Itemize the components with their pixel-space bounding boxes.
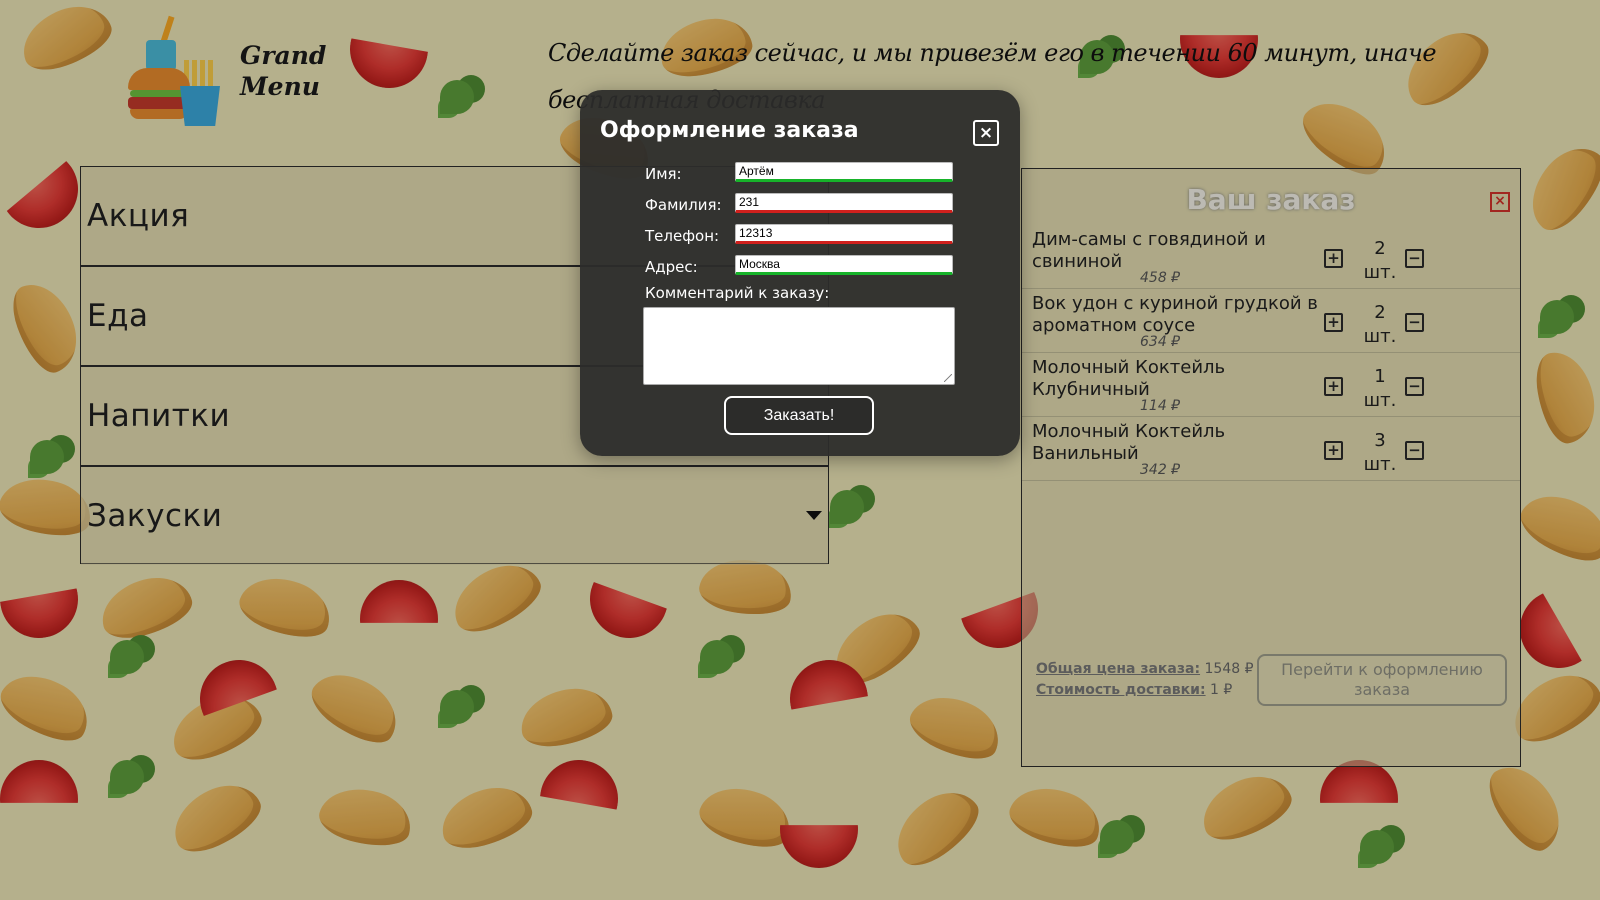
modal-title: Оформление заказа: [600, 118, 859, 143]
address-field[interactable]: Москва: [735, 255, 953, 275]
name-label: Имя:: [645, 165, 682, 183]
surname-field[interactable]: 231: [735, 193, 953, 213]
checkout-modal: Оформление заказа × Имя: Артём Фамилия: …: [580, 90, 1020, 456]
surname-label: Фамилия:: [645, 196, 722, 214]
resize-handle-icon[interactable]: [944, 374, 952, 382]
name-field[interactable]: Артём: [735, 162, 953, 182]
order-submit-button[interactable]: Заказать!: [724, 396, 874, 435]
phone-label: Телефон:: [645, 227, 720, 245]
address-label: Адрес:: [645, 258, 698, 276]
phone-field[interactable]: 12313: [735, 224, 953, 244]
comment-textarea[interactable]: [643, 307, 955, 385]
comment-label: Комментарий к заказу:: [645, 284, 830, 302]
close-icon[interactable]: ×: [973, 120, 999, 146]
